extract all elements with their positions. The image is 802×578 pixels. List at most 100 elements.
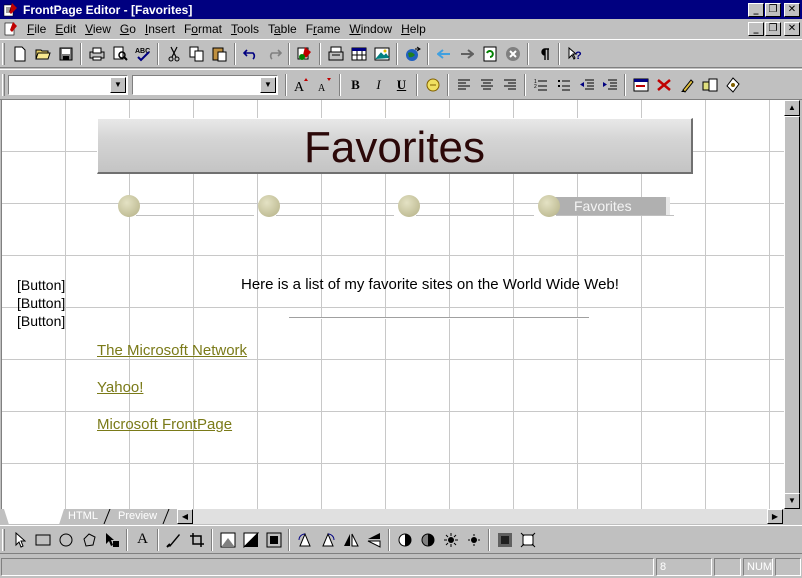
resample-icon[interactable]	[516, 529, 539, 551]
tab-html[interactable]: HTML	[62, 509, 104, 524]
menu-go[interactable]: Go	[116, 22, 141, 36]
align-center-icon[interactable]	[475, 74, 498, 96]
help-icon[interactable]: ?	[563, 43, 586, 65]
toolbar-grip[interactable]	[2, 73, 5, 96]
new-page-icon[interactable]	[8, 43, 31, 65]
button-placeholder-1[interactable]: [Button]	[17, 277, 65, 293]
menu-window[interactable]: Window	[345, 22, 397, 36]
insert-table-icon[interactable]	[347, 43, 370, 65]
page-banner[interactable]: Favorites	[97, 118, 693, 174]
to-do-list-icon[interactable]	[324, 43, 347, 65]
scroll-up-icon[interactable]: ▲	[784, 100, 800, 116]
flip-vertical-icon[interactable]	[362, 529, 385, 551]
tab-preview[interactable]: Preview	[112, 509, 163, 524]
italic-button[interactable]: I	[367, 74, 390, 96]
rectangle-hotspot-icon[interactable]	[31, 529, 54, 551]
align-right-icon[interactable]	[498, 74, 521, 96]
stop-icon[interactable]	[501, 43, 524, 65]
tab-normal[interactable]: Normal	[4, 509, 64, 524]
nav-bar-button-current[interactable]: Favorites	[538, 195, 678, 217]
highlight-hotspots-icon[interactable]	[100, 529, 123, 551]
forward-arrow-icon[interactable]	[455, 43, 478, 65]
spelling-icon[interactable]: ABC	[131, 43, 154, 65]
link-yahoo[interactable]: Yahoo!	[97, 379, 143, 396]
cut-icon[interactable]	[162, 43, 185, 65]
link-microsoft-network[interactable]: The Microsoft Network	[97, 342, 247, 359]
scroll-left-icon[interactable]: ◀	[177, 509, 193, 524]
numbered-list-icon[interactable]: 12	[529, 74, 552, 96]
insert-image-icon[interactable]	[370, 43, 393, 65]
page-editor[interactable]: Favorites Favorites [Button] [Button] [B…	[1, 100, 784, 509]
restore-image-icon[interactable]	[262, 529, 285, 551]
doc-restore-button[interactable]: ❐	[765, 22, 781, 36]
restore-button[interactable]: ❐	[765, 2, 781, 17]
print-icon[interactable]	[85, 43, 108, 65]
frontpage-explorer-icon[interactable]	[293, 43, 316, 65]
make-transparent-icon[interactable]	[162, 529, 185, 551]
doc-close-button[interactable]: ✕	[784, 22, 800, 36]
show-paragraph-marks-icon[interactable]	[532, 43, 555, 65]
less-contrast-icon[interactable]	[416, 529, 439, 551]
vertical-scrollbar[interactable]: ▲ ▼	[784, 100, 800, 509]
washout-icon[interactable]	[216, 529, 239, 551]
nav-bar-button-1[interactable]	[118, 195, 258, 217]
font-select[interactable]: ▼	[132, 74, 278, 95]
edit-pencil-icon[interactable]	[675, 74, 698, 96]
increase-indent-icon[interactable]	[598, 74, 621, 96]
document-icon[interactable]	[3, 21, 19, 37]
open-folder-icon[interactable]	[31, 43, 54, 65]
frontpage-app-icon[interactable]	[3, 2, 19, 18]
save-icon[interactable]	[54, 43, 77, 65]
style-select[interactable]: ▼	[8, 74, 128, 95]
undo-icon[interactable]	[239, 43, 262, 65]
scroll-thumb[interactable]	[784, 116, 800, 494]
decrease-indent-icon[interactable]	[575, 74, 598, 96]
insert-component-icon[interactable]	[698, 74, 721, 96]
less-brightness-icon[interactable]	[462, 529, 485, 551]
menu-table[interactable]: Table	[264, 22, 302, 36]
refresh-icon[interactable]	[478, 43, 501, 65]
paste-icon[interactable]	[208, 43, 231, 65]
print-preview-icon[interactable]	[108, 43, 131, 65]
insert-form-field-icon[interactable]	[629, 74, 652, 96]
menu-help[interactable]: Help	[397, 22, 431, 36]
nav-bar-button-3[interactable]	[398, 195, 538, 217]
flip-horizontal-icon[interactable]	[339, 529, 362, 551]
toolbar-grip[interactable]	[2, 42, 5, 65]
webbot-icon[interactable]	[721, 74, 744, 96]
rotate-left-icon[interactable]	[293, 529, 316, 551]
horizontal-scrollbar[interactable]: ◀ ▶	[177, 509, 783, 524]
delete-icon[interactable]	[652, 74, 675, 96]
bulleted-list-icon[interactable]	[552, 74, 575, 96]
black-and-white-icon[interactable]	[239, 529, 262, 551]
chevron-down-icon[interactable]: ▼	[110, 76, 126, 93]
toolbar-grip[interactable]	[2, 528, 5, 551]
underline-button[interactable]: U	[390, 74, 413, 96]
menu-view[interactable]: View	[81, 22, 116, 36]
bevel-icon[interactable]	[493, 529, 516, 551]
more-brightness-icon[interactable]	[439, 529, 462, 551]
menu-format[interactable]: Format	[180, 22, 227, 36]
link-microsoft-frontpage[interactable]: Microsoft FrontPage	[97, 416, 232, 433]
text-tool-button[interactable]: A	[131, 529, 154, 551]
button-placeholder-3[interactable]: [Button]	[17, 313, 65, 329]
text-color-icon[interactable]	[421, 74, 444, 96]
back-arrow-icon[interactable]	[432, 43, 455, 65]
redo-icon[interactable]	[262, 43, 285, 65]
menu-tools[interactable]: Tools	[227, 22, 264, 36]
doc-minimize-button[interactable]: _	[748, 22, 764, 36]
align-left-icon[interactable]	[452, 74, 475, 96]
nav-bar-button-2[interactable]	[258, 195, 398, 217]
button-placeholder-2[interactable]: [Button]	[17, 295, 65, 311]
copy-icon[interactable]	[185, 43, 208, 65]
create-hyperlink-icon[interactable]	[401, 43, 424, 65]
bold-button[interactable]: B	[344, 74, 367, 96]
minimize-button[interactable]: _	[748, 2, 764, 17]
crop-icon[interactable]	[185, 529, 208, 551]
decrease-text-size-icon[interactable]: A	[313, 74, 336, 96]
rotate-right-icon[interactable]	[316, 529, 339, 551]
polygon-hotspot-icon[interactable]	[77, 529, 100, 551]
close-button[interactable]: ✕	[784, 2, 800, 17]
scroll-down-icon[interactable]: ▼	[784, 493, 800, 509]
chevron-down-icon[interactable]: ▼	[260, 76, 276, 93]
